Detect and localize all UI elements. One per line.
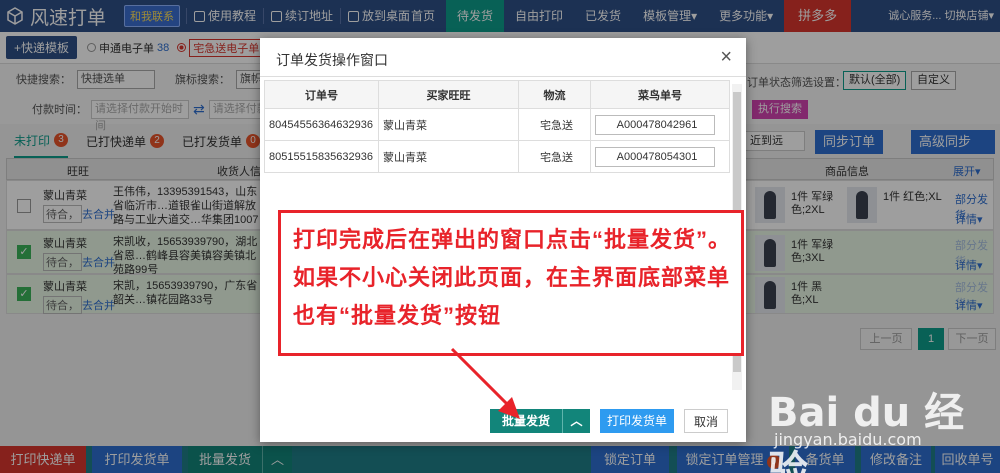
logistics: 宅急送 [518,140,591,173]
chevron-up-icon[interactable]: ︿ [562,409,590,433]
th-buyer: 买家旺旺 [378,80,519,109]
baidu-watermark: Bai du 经验 jingyan.baidu.com [760,380,1000,473]
tracking-input[interactable]: A000478042961 [595,114,715,135]
order-no: 80454556364632936 [264,108,379,141]
dialog-print-ship-button[interactable]: 打印发货单 [600,409,674,433]
dialog-cancel-button[interactable]: 取消 [684,409,728,433]
watermark-brand: Bai du 经验 [768,390,965,473]
table-row: 80515515835632936 蒙山青菜 宅急送 A000478054301 [264,140,730,173]
th-order-no: 订单号 [264,80,379,109]
buyer-nick: 蒙山青菜 [378,140,519,173]
title-divider [260,76,746,77]
order-no: 80515515835632936 [264,140,379,173]
th-tracking: 菜鸟单号 [590,80,730,109]
watermark-url: jingyan.baidu.com [774,430,922,449]
dialog-title: 订单发货操作窗口 [276,52,388,68]
arrow-icon [450,347,520,419]
table-row: 80454556364632936 蒙山青菜 宅急送 A000478042961 [264,108,730,141]
logistics: 宅急送 [518,108,591,141]
annotation-callout: 打印完成后在弹出的窗口点击“批量发货”。如果不小心关闭此页面，在主界面底部菜单也… [278,210,744,356]
buyer-nick: 蒙山青菜 [378,108,519,141]
th-logistics: 物流 [518,80,591,109]
close-icon[interactable]: × [720,46,732,69]
tracking-input[interactable]: A000478054301 [595,146,715,167]
ship-table: 订单号 买家旺旺 物流 菜鸟单号 80454556364632936 蒙山青菜 … [264,80,730,173]
